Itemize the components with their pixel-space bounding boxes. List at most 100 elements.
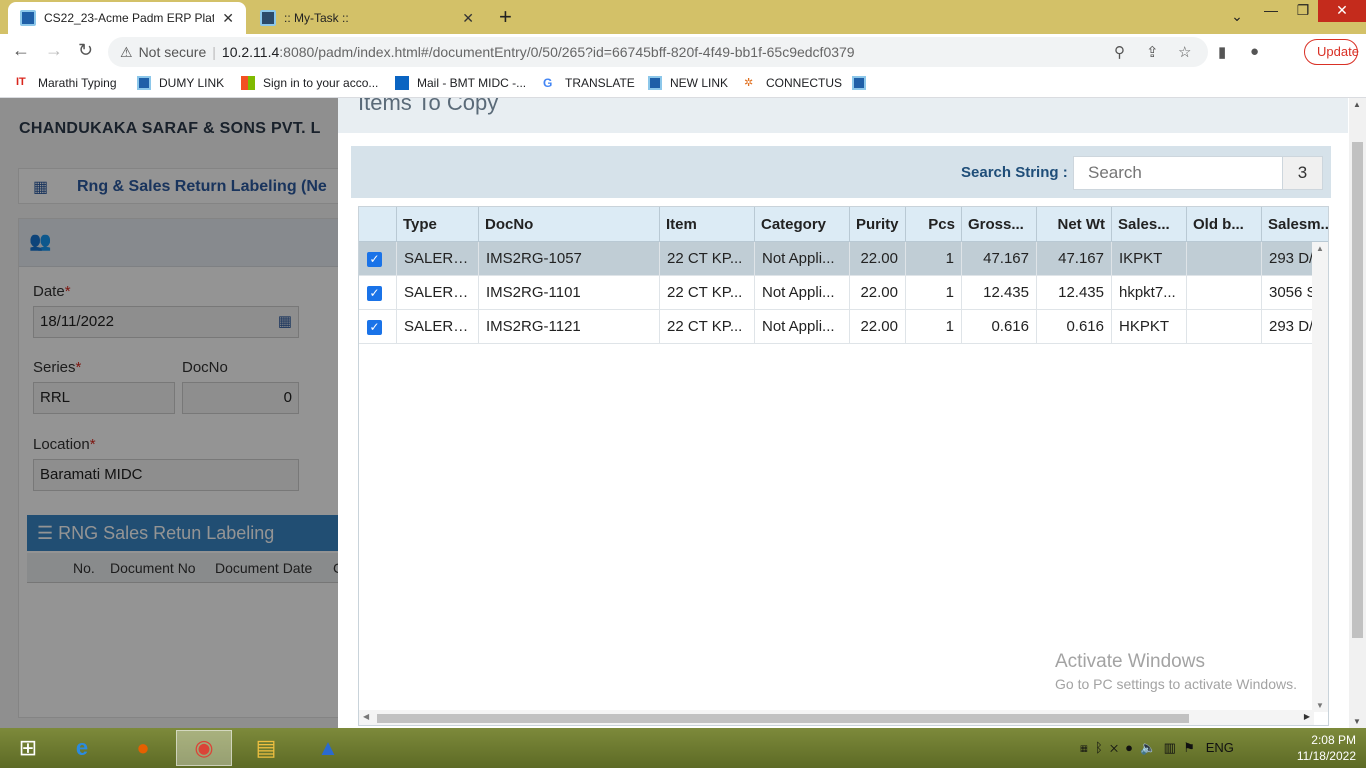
bookmark-app[interactable] — [852, 76, 874, 90]
bookmark-dumy-link[interactable]: DUMY LINK — [137, 76, 224, 90]
cell-net-wt: 47.167 — [1037, 242, 1112, 276]
col-select[interactable] — [359, 207, 397, 242]
scroll-up-icon[interactable]: ▲ — [1353, 100, 1361, 109]
volume-icon[interactable]: 🔈 — [1140, 740, 1156, 755]
it-icon: IT — [16, 76, 26, 88]
connectus-icon: ✲ — [744, 77, 754, 89]
bookmark-label: Marathi Typing — [38, 76, 117, 90]
tool-icon[interactable]: ✕ — [1110, 740, 1118, 755]
language-indicator[interactable]: ENG — [1206, 740, 1234, 755]
bluetooth-icon[interactable]: ᛒ — [1095, 740, 1103, 755]
col-category[interactable]: Category — [755, 207, 850, 242]
clock[interactable]: 2:08 PM 11/18/2022 — [1294, 732, 1356, 764]
system-tray: ▦ ᛒ ✕ ● 🔈 ▥ ⚑ ENG — [1080, 740, 1234, 756]
search-input[interactable] — [1073, 156, 1283, 190]
col-old-b[interactable]: Old b... — [1187, 207, 1262, 242]
col-sales[interactable]: Sales... — [1112, 207, 1187, 242]
table-row[interactable]: ✓ SALERET IMS2RG-1057 22 CT KP... Not Ap… — [359, 242, 1314, 276]
file-explorer-icon[interactable]: ▤ — [238, 730, 294, 766]
cell-item: 22 CT KP... — [660, 242, 755, 276]
profile-avatar-icon[interactable]: ● — [1250, 43, 1259, 60]
internet-explorer-icon[interactable]: e — [54, 730, 110, 766]
scrollbar-thumb[interactable] — [377, 714, 1189, 723]
checkbox-checked-icon[interactable]: ✓ — [367, 252, 382, 267]
address-bar[interactable]: ⚠ Not secure | 10.2.11.4:8080/padm/index.ht… — [108, 37, 1208, 67]
url-host: 10.2.11.4 — [221, 44, 280, 60]
tab-erp[interactable]: CS22_23-Acme Padm ERP Platfor ✕ — [8, 2, 246, 34]
update-button[interactable]: Update ⋮ — [1304, 39, 1359, 83]
cell-category: Not Appli... — [755, 310, 850, 344]
bookmark-connectus[interactable]: ✲ CONNECTUS — [744, 76, 842, 90]
cell-old-b — [1187, 310, 1262, 344]
zoom-icon[interactable]: ⚲ — [1114, 43, 1125, 61]
scroll-down-icon[interactable]: ▼ — [1353, 717, 1361, 726]
security-status: Not secure — [138, 44, 207, 60]
chevron-down-icon[interactable]: ⌄ — [1226, 6, 1248, 28]
page-vertical-scrollbar[interactable]: ▲ ▼ — [1349, 98, 1366, 728]
firefox-icon[interactable]: ● — [115, 730, 171, 766]
share-icon[interactable]: ⇪ — [1146, 43, 1159, 61]
flag-icon[interactable]: ⚑ — [1183, 740, 1195, 755]
excel-icon[interactable]: ▦ — [1080, 740, 1088, 755]
cell-old-b — [1187, 242, 1262, 276]
side-panel-icon[interactable]: ▮ — [1218, 43, 1226, 61]
bookmark-label: CONNECTUS — [766, 76, 843, 90]
forward-arrow-icon[interactable]: → — [45, 40, 63, 61]
modal-backdrop[interactable] — [0, 98, 338, 728]
bookmark-mail[interactable]: Mail - BMT MIDC -... — [395, 76, 526, 90]
minimize-icon[interactable]: — — [1260, 0, 1282, 22]
window-close-icon[interactable]: ✕ — [1318, 0, 1366, 22]
chrome-icon[interactable]: ◉ — [176, 730, 232, 766]
grid-horizontal-scrollbar[interactable]: ◀ ▶ — [359, 710, 1314, 725]
bookmark-sign-in[interactable]: Sign in to your acco... — [241, 76, 378, 90]
close-icon[interactable]: ✕ — [462, 10, 474, 27]
col-purity[interactable]: Purity — [850, 207, 906, 242]
col-item[interactable]: Item — [660, 207, 755, 242]
activate-windows-title: Activate Windows — [1055, 651, 1205, 672]
col-gross[interactable]: Gross... — [962, 207, 1037, 242]
cell-category: Not Appli... — [755, 276, 850, 310]
new-tab-plus-icon[interactable]: + — [499, 4, 512, 30]
bookmark-new-link[interactable]: NEW LINK — [648, 76, 728, 90]
scroll-right-icon[interactable]: ▶ — [1304, 712, 1310, 721]
cell-sales: HKPKT — [1112, 310, 1187, 344]
scroll-left-icon[interactable]: ◀ — [363, 712, 369, 721]
cell-net-wt: 12.435 — [1037, 276, 1112, 310]
modal-header: Items To Copy — [338, 98, 1348, 133]
col-pcs[interactable]: Pcs — [906, 207, 962, 242]
bookmark-label: NEW LINK — [670, 76, 729, 90]
grid-vertical-scrollbar[interactable]: ▲ ▼ — [1312, 242, 1328, 712]
scroll-up-icon[interactable]: ▲ — [1316, 244, 1324, 253]
record-icon[interactable]: ● — [1125, 740, 1133, 755]
tab-my-task[interactable]: :: My-Task :: ✕ — [248, 2, 486, 34]
cell-type: SALERET — [397, 242, 479, 276]
bookmark-label: DUMY LINK — [159, 76, 225, 90]
bookmark-star-icon[interactable]: ☆ — [1178, 43, 1191, 61]
app-icon — [852, 76, 866, 90]
outlook-icon — [395, 76, 409, 90]
search-bar: Search String : 3 — [351, 146, 1331, 198]
start-windows-icon[interactable]: ⊞ — [0, 730, 56, 766]
col-salesm[interactable]: Salesm... — [1262, 207, 1328, 242]
windows-taskbar: ⊞ e ● ◉ ▤ ▲ ▦ ᛒ ✕ ● 🔈 ▥ ⚑ ENG 2:08 PM 11… — [0, 728, 1366, 768]
col-type[interactable]: Type — [397, 207, 479, 242]
bookmark-label: Mail - BMT MIDC -... — [417, 76, 527, 90]
bookmark-translate[interactable]: G TRANSLATE — [543, 76, 635, 90]
reload-icon[interactable]: ↻ — [78, 40, 93, 61]
page-scrollbar-thumb[interactable] — [1352, 142, 1363, 638]
checkbox-checked-icon[interactable]: ✓ — [367, 286, 382, 301]
restore-icon[interactable]: ❐ — [1292, 0, 1314, 22]
back-arrow-icon[interactable]: ← — [12, 40, 30, 61]
network-icon[interactable]: ▥ — [1164, 740, 1176, 755]
table-row[interactable]: ✓ SALERET IMS2RG-1121 22 CT KP... Not Ap… — [359, 310, 1314, 344]
app-launcher-icon[interactable]: ▲ — [300, 730, 356, 766]
col-docno[interactable]: DocNo — [479, 207, 660, 242]
checkbox-checked-icon[interactable]: ✓ — [367, 320, 382, 335]
close-icon[interactable]: ✕ — [222, 10, 234, 27]
bookmark-marathi-typing[interactable]: IT Marathi Typing — [16, 76, 117, 90]
table-row[interactable]: ✓ SALERET IMS2RG-1101 22 CT KP... Not Ap… — [359, 276, 1317, 310]
col-net-wt[interactable]: Net Wt — [1037, 207, 1112, 242]
cell-docno: IMS2RG-1057 — [479, 242, 660, 276]
scroll-down-icon[interactable]: ▼ — [1316, 701, 1324, 710]
cell-purity: 22.00 — [850, 242, 906, 276]
